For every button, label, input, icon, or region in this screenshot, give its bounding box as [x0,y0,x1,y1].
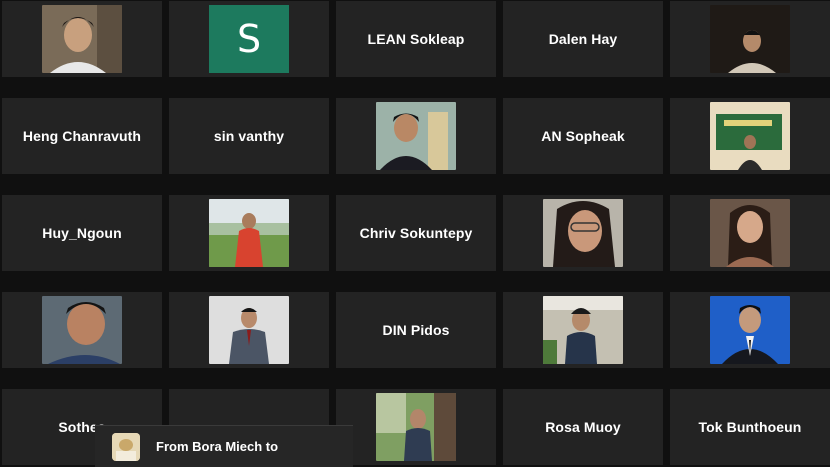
participant-name: Heng Chanravuth [22,128,142,144]
participant-tile[interactable] [169,292,329,368]
participant-tile[interactable] [670,1,830,77]
participant-name: DIN Pidos [382,322,450,338]
participant-name: LEAN Sokleap [367,31,465,47]
participant-name: sin vanthy [213,128,285,144]
participant-tile[interactable]: Rosa Muoy [503,389,663,465]
participant-video [710,296,790,364]
participant-tile[interactable] [503,195,663,271]
participant-tile[interactable]: Dalen Hay [503,1,663,77]
participant-video [42,296,122,364]
participant-video [209,199,289,267]
participant-tile[interactable]: Tok Bunthoeun [670,389,830,465]
participant-video [376,102,456,170]
participant-tile[interactable]: Huy_Ngoun [2,195,162,271]
participant-tile[interactable]: AN Sopheak [503,98,663,174]
participant-video [209,296,289,364]
participant-video [543,296,623,364]
participant-tile[interactable]: DIN Pidos [336,292,496,368]
participant-name: Tok Bunthoeun [698,419,802,435]
participant-tile[interactable] [336,98,496,174]
participant-tile[interactable] [2,292,162,368]
participant-tile[interactable]: LEAN Sokleap [336,1,496,77]
participant-tile[interactable] [169,195,329,271]
participant-tile[interactable]: Heng Chanravuth [2,98,162,174]
participant-video [543,199,623,267]
participant-tile[interactable]: S [169,1,329,77]
participant-video [710,102,790,170]
participant-tile[interactable] [503,292,663,368]
participant-video [710,5,790,73]
participant-tile[interactable] [670,292,830,368]
participant-tile[interactable]: sin vanthy [169,98,329,174]
participant-video [376,393,456,461]
participant-name: Huy_Ngoun [42,225,122,241]
participant-tile[interactable] [2,1,162,77]
chat-sender-avatar [112,432,140,461]
chat-notification[interactable]: From Bora Miech to [95,425,353,467]
participant-tile[interactable] [336,389,496,465]
participant-name: Dalen Hay [548,31,618,47]
participant-name: Chriv Sokuntepy [359,225,473,241]
participant-tile[interactable]: Chriv Sokuntepy [336,195,496,271]
participant-video [710,199,790,267]
gallery-grid: S LEAN Sokleap Dalen Hay Heng Chanravuth… [0,0,830,467]
participant-tile[interactable] [670,195,830,271]
participant-name: AN Sopheak [541,128,625,144]
participant-video [42,5,122,73]
participant-tile[interactable] [670,98,830,174]
chat-preview-text: From Bora Miech to [156,439,279,454]
participant-name: Rosa Muoy [545,419,621,435]
participant-avatar: S [209,5,289,73]
